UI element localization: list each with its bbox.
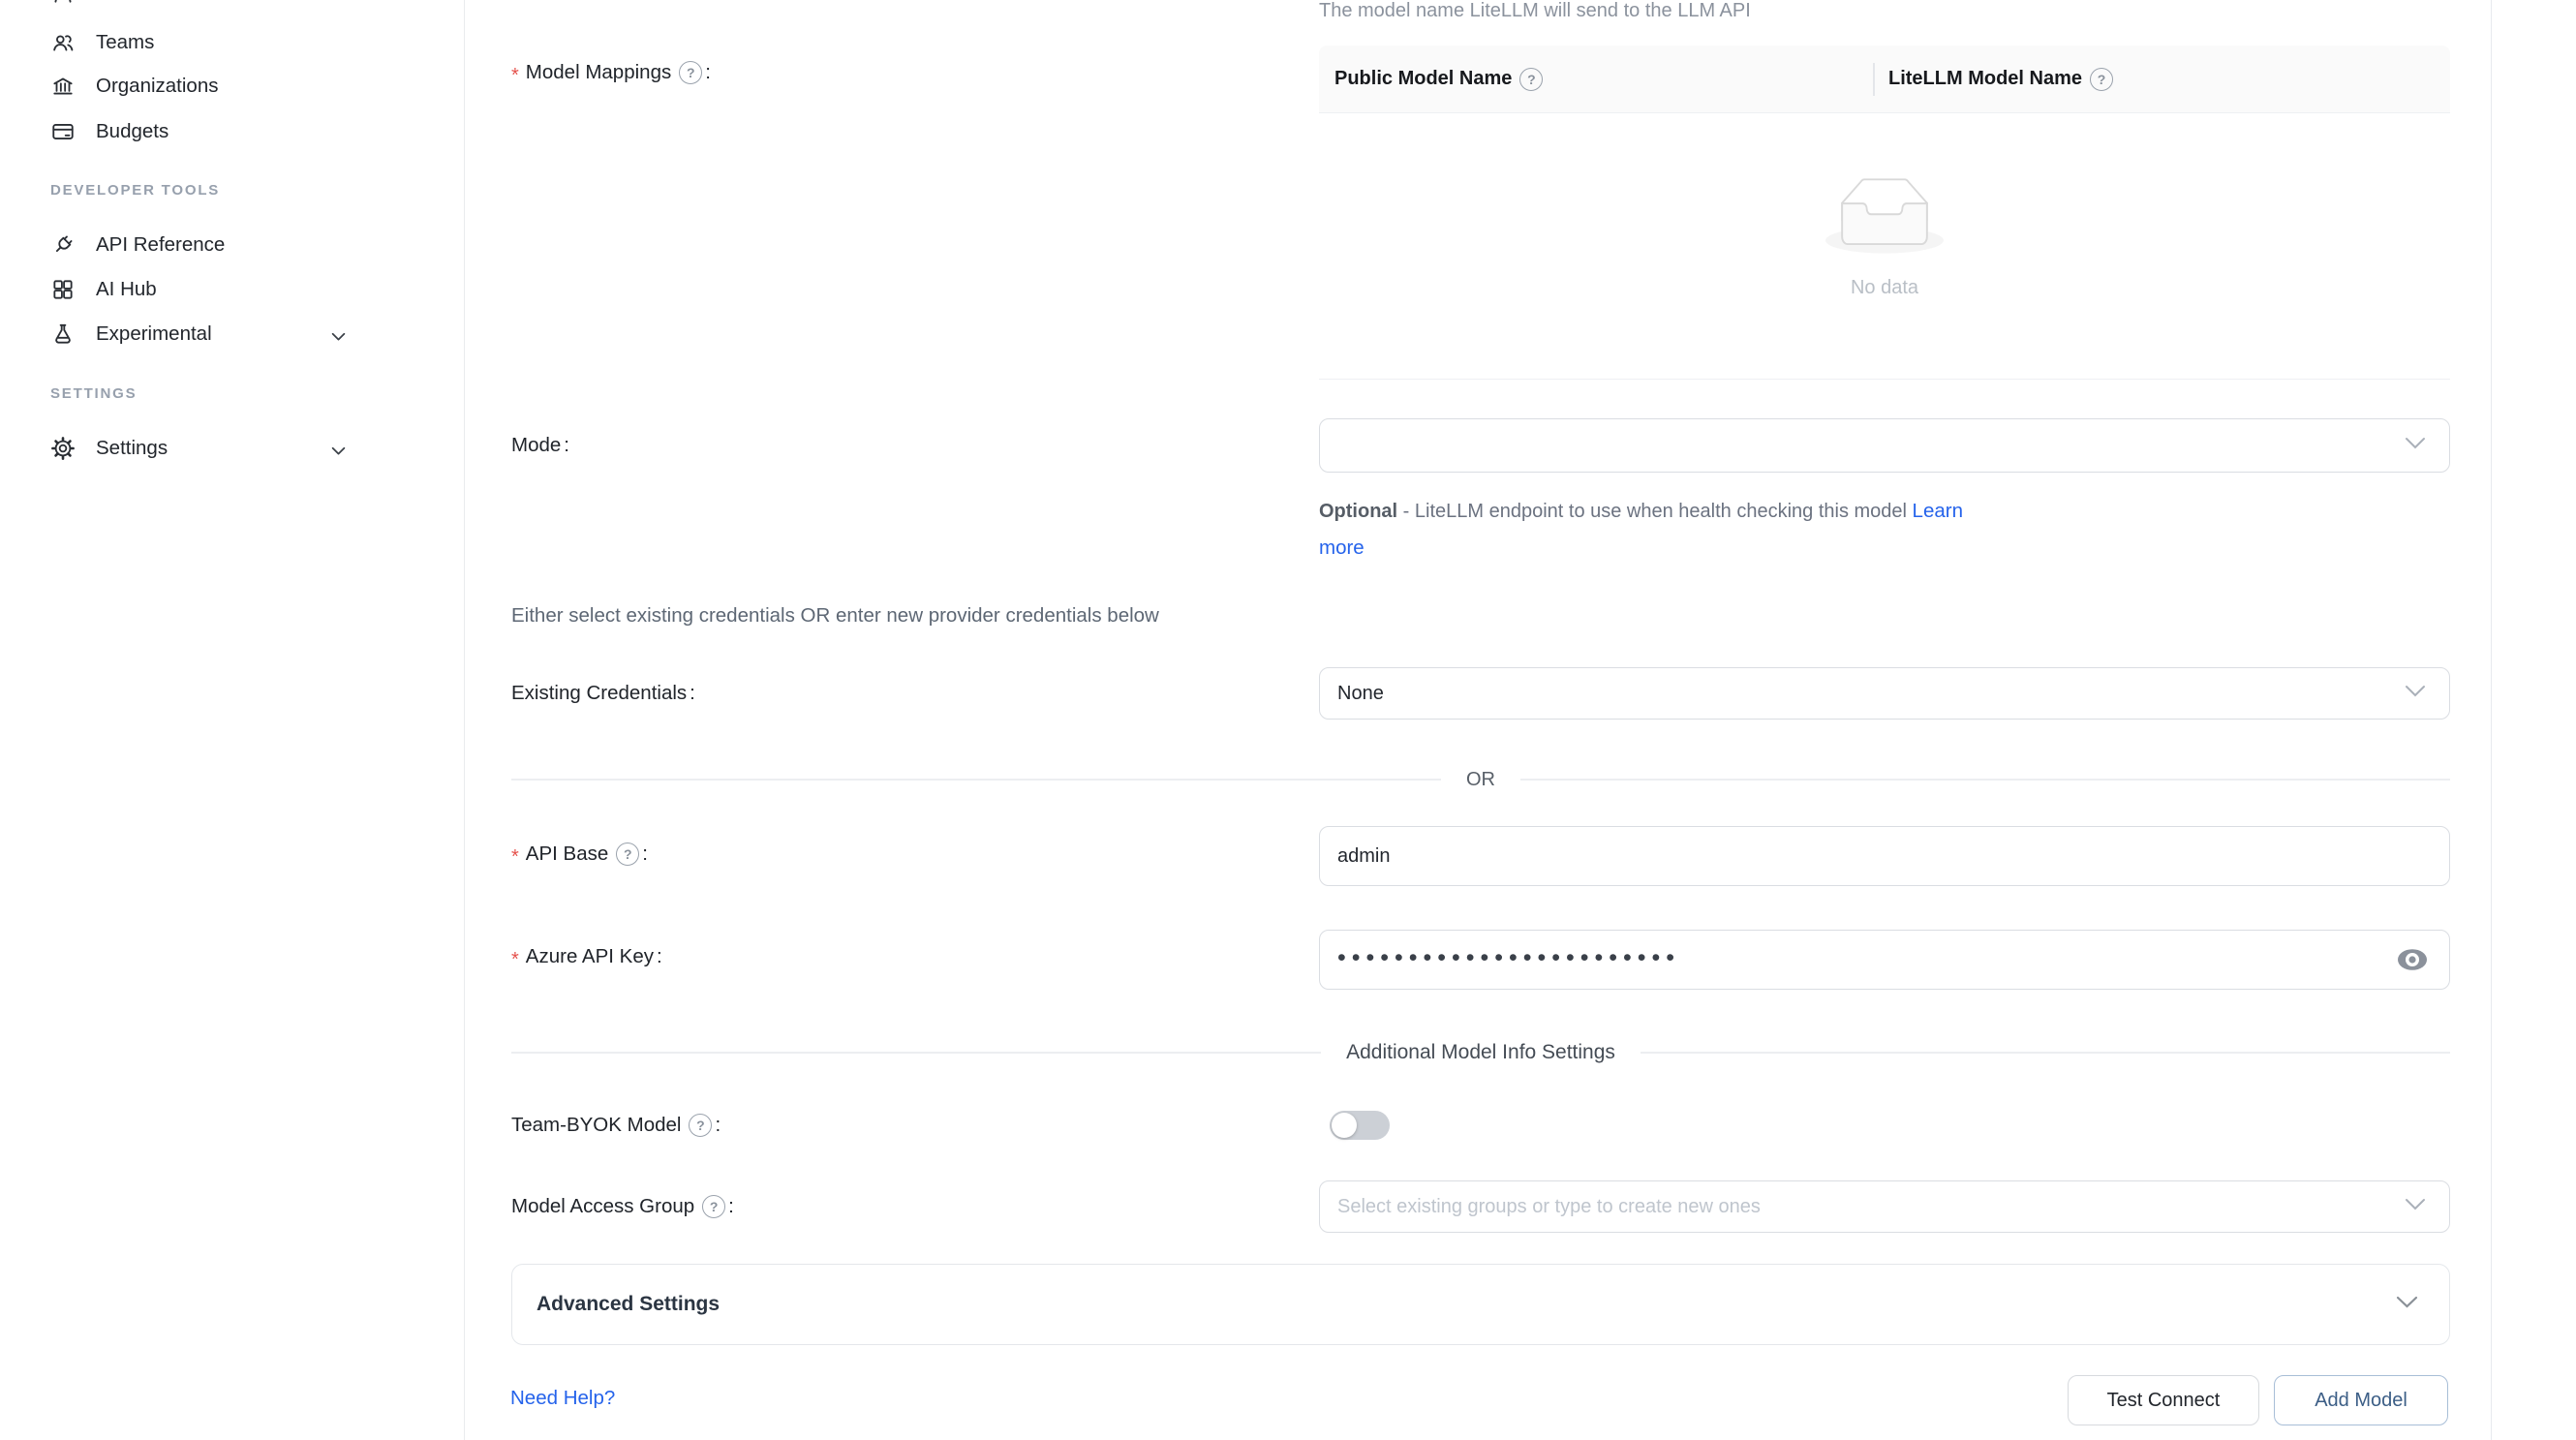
existing-credentials-select[interactable]: None [1319, 667, 2450, 720]
teams-icon [50, 30, 76, 55]
sidebar-item-label: Internal Users [96, 0, 220, 5]
required-asterisk: * [511, 65, 519, 87]
grid-icon [50, 277, 76, 302]
sidebar-item-label: Budgets [96, 120, 169, 143]
gear-icon [50, 436, 76, 461]
no-data-text: No data [1851, 277, 1918, 299]
chevron-down-icon[interactable] [330, 329, 347, 340]
additional-settings-divider: Additional Model Info Settings [511, 1039, 2450, 1066]
mode-helper-text: Optional - LiteLLM endpoint to use when … [1319, 493, 2191, 567]
input-value: admin [1320, 845, 1390, 868]
bank-icon [50, 74, 76, 99]
flask-icon [50, 322, 76, 347]
sidebar-item-label: AI Hub [96, 278, 157, 301]
help-circle-icon[interactable]: ? [702, 1195, 725, 1218]
required-asterisk: * [511, 846, 519, 869]
chevron-down-icon [2396, 1296, 2418, 1313]
model-access-group-select[interactable]: Select existing groups or type to create… [1319, 1180, 2450, 1233]
sidebar: Internal Users Teams Organizations Budge… [0, 0, 465, 1440]
azure-api-key-label: * Azure API Key : [511, 942, 662, 971]
advanced-settings-title: Advanced Settings [537, 1293, 720, 1316]
mode-select[interactable] [1319, 418, 2450, 473]
help-circle-icon[interactable]: ? [679, 61, 702, 84]
sidebar-item-ai-hub[interactable]: AI Hub [50, 270, 157, 309]
test-connect-button[interactable]: Test Connect [2068, 1375, 2259, 1425]
column-header-litellm-model-name: LiteLLM Model Name ? [1873, 68, 2113, 91]
sidebar-item-label: API Reference [96, 233, 225, 257]
mode-label: Mode: [511, 431, 569, 460]
sidebar-section-developer-tools: DEVELOPER TOOLS [50, 182, 220, 199]
sidebar-section-settings: SETTINGS [50, 385, 137, 402]
help-circle-icon[interactable]: ? [689, 1114, 712, 1137]
sidebar-item-api-reference[interactable]: API Reference [50, 226, 225, 264]
advanced-settings-panel[interactable]: Advanced Settings [511, 1264, 2450, 1345]
team-byok-label: Team-BYOK Model ? : [511, 1111, 721, 1140]
credentials-note: Either select existing credentials OR en… [511, 604, 1159, 628]
sidebar-item-teams[interactable]: Teams [50, 23, 154, 62]
sidebar-item-label: Settings [96, 437, 168, 460]
add-model-form: The model name LiteLLM will send to the … [465, 0, 2492, 1440]
sidebar-item-label: Organizations [96, 75, 218, 98]
api-base-input[interactable]: admin [1319, 826, 2450, 886]
chevron-down-icon [2405, 1198, 2426, 1215]
help-circle-icon[interactable]: ? [616, 843, 639, 866]
table-header-row: Public Model Name ? LiteLLM Model Name ? [1319, 46, 2450, 113]
model-access-group-label: Model Access Group ? : [511, 1192, 734, 1221]
help-circle-icon[interactable]: ? [2090, 68, 2113, 91]
azure-api-key-input[interactable]: •••••••••••••••••••••••• [1319, 930, 2450, 990]
api-base-label: * API Base ? : [511, 840, 648, 869]
learn-more-link[interactable]: Learn [1913, 500, 1963, 522]
sidebar-item-label: Teams [96, 31, 154, 54]
chevron-down-icon[interactable] [330, 444, 347, 454]
api-plug-icon [50, 232, 76, 258]
empty-state: No data [1319, 113, 2450, 378]
sidebar-item-experimental[interactable]: Experimental [50, 315, 212, 353]
existing-credentials-label: Existing Credentials: [511, 679, 695, 708]
chevron-down-icon [2405, 685, 2426, 702]
chevron-down-icon [2405, 437, 2426, 454]
sidebar-item-budgets[interactable]: Budgets [50, 112, 169, 151]
masked-password-value: •••••••••••••••••••••••• [1320, 944, 1680, 972]
empty-box-icon [1825, 177, 1944, 254]
model-mappings-table: Public Model Name ? LiteLLM Model Name ? [1319, 46, 2450, 380]
user-icon [50, 0, 76, 6]
sidebar-item-label: Experimental [96, 322, 212, 346]
learn-more-link[interactable]: more [1319, 536, 1365, 559]
required-asterisk: * [511, 949, 519, 971]
or-divider: OR [511, 766, 2450, 793]
column-divider [1873, 63, 1875, 96]
sidebar-item-organizations[interactable]: Organizations [50, 67, 218, 106]
credit-card-icon [50, 119, 76, 144]
sidebar-item-internal-users[interactable]: Internal Users [50, 0, 220, 13]
need-help-link[interactable]: Need Help? [510, 1387, 615, 1410]
sidebar-item-settings[interactable]: Settings [50, 429, 168, 468]
eye-icon[interactable] [2397, 949, 2428, 971]
select-placeholder: Select existing groups or type to create… [1320, 1196, 1761, 1218]
model-mappings-label: * Model Mappings ? : [511, 58, 711, 87]
team-byok-toggle[interactable] [1330, 1111, 1390, 1140]
toggle-knob [1332, 1113, 1357, 1138]
help-circle-icon[interactable]: ? [1519, 68, 1543, 91]
column-header-public-model-name: Public Model Name ? [1319, 68, 1873, 91]
selected-value: None [1320, 683, 1384, 705]
add-model-button[interactable]: Add Model [2274, 1375, 2448, 1425]
litellm-model-name-helper: The model name LiteLLM will send to the … [1319, 0, 1751, 22]
